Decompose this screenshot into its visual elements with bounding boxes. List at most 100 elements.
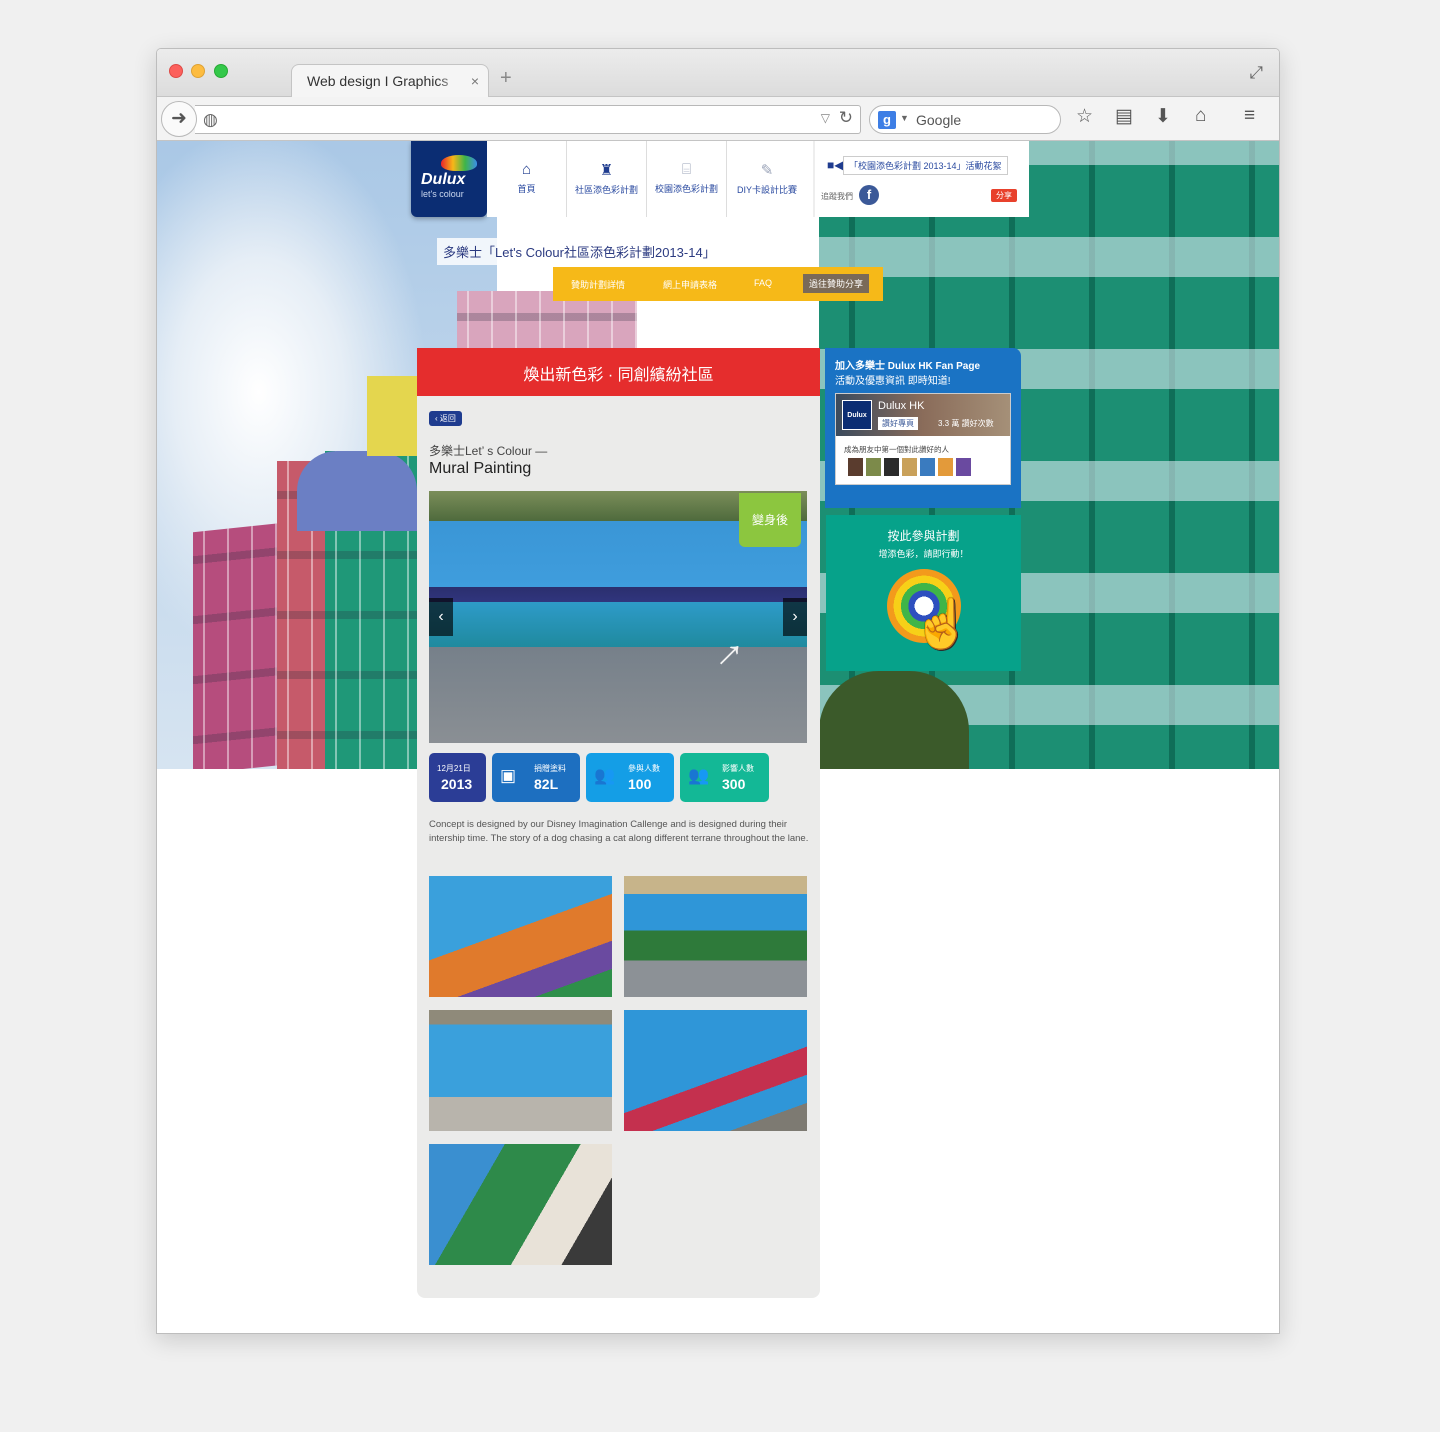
sub-nav: 贊助計劃詳情 網上申請表格 FAQ 過往贊助分享 xyxy=(553,267,883,301)
stat-paint-value: 82L xyxy=(534,776,559,792)
gallery-thumbnail[interactable] xyxy=(429,876,612,997)
stat-date: 12月21日 2013 xyxy=(429,753,486,802)
join-program-banner[interactable]: 按此參與計劃 增添色彩，請即行動！ ☝ xyxy=(826,515,1021,671)
community-icon: ♜ xyxy=(599,162,614,179)
tab-close-icon[interactable]: × xyxy=(471,73,479,89)
share-box: ■◀ 「校園添色彩計劃 2013-14」活動花絮 追蹤我們 f 分享 xyxy=(813,141,1029,217)
stat-paint-label: 捐贈塗料 xyxy=(534,764,566,773)
close-window-button[interactable] xyxy=(169,64,183,78)
back-link[interactable]: ‹ 返回 xyxy=(429,411,462,426)
browser-tab[interactable]: Web design I Graphics × xyxy=(291,64,489,98)
search-engine-dropdown-icon[interactable]: ▼ xyxy=(900,113,909,123)
url-history-dropdown-icon[interactable]: ▽ xyxy=(821,111,830,125)
paint-bucket-icon: ▣ xyxy=(500,766,517,785)
home-icon[interactable]: ⌂ xyxy=(1195,105,1206,127)
browser-window: Web design I Graphics × + ⤢ ◍ ▽ ↻ ➜ g ▼ … xyxy=(156,48,1280,1334)
tree-foliage xyxy=(819,671,969,769)
fan-box-title: 加入多樂士 Dulux HK Fan Page xyxy=(835,361,981,372)
like-page-button[interactable]: 讚好專頁 xyxy=(878,417,918,430)
zoom-window-button[interactable] xyxy=(214,64,228,78)
nav-school[interactable]: ⌸ 校園添色彩計劃 xyxy=(647,141,727,217)
slogan: 煥出新色彩 · 同創繽紛社區 xyxy=(523,367,714,384)
gallery-thumbnail[interactable] xyxy=(624,1010,807,1131)
friend-avatar[interactable] xyxy=(902,458,917,476)
minimize-window-button[interactable] xyxy=(191,64,205,78)
search-placeholder: Google xyxy=(916,112,962,128)
slogan-bar: 煥出新色彩 · 同創繽紛社區 xyxy=(417,348,820,396)
gallery-thumbnail[interactable] xyxy=(429,1144,612,1265)
dulux-logo[interactable]: Dulux let's colour xyxy=(411,141,487,217)
subnav-faq[interactable]: FAQ xyxy=(754,278,772,288)
friend-avatar[interactable] xyxy=(920,458,935,476)
after-tag: 變身後 xyxy=(739,493,801,547)
reading-list-icon[interactable]: ▤ xyxy=(1115,105,1133,128)
fan-page-name: Dulux HK xyxy=(878,400,925,412)
people-icon: 👥 xyxy=(688,766,710,785)
back-icon: ➜ xyxy=(171,108,187,129)
friend-avatar[interactable] xyxy=(848,458,863,476)
subnav-online-form[interactable]: 網上申請表格 xyxy=(663,278,717,291)
friends-text: 成為朋友中第一個對此讚好的人 xyxy=(844,445,949,454)
stat-paint: ▣ 捐贈塗料 82L xyxy=(492,753,580,802)
title-bar: Web design I Graphics × + ⤢ xyxy=(157,49,1279,98)
gallery-thumbnail[interactable] xyxy=(624,876,807,997)
pointing-hand-icon: ☝ xyxy=(912,598,972,651)
bookmark-star-icon[interactable]: ☆ xyxy=(1076,105,1093,128)
logo-swirl-icon xyxy=(441,155,477,171)
stat-impact-value: 300 xyxy=(722,776,746,792)
stat-impact: 👥 影響人數 300 xyxy=(680,753,769,802)
logo-sub: let's colour xyxy=(421,189,464,199)
friend-avatar[interactable] xyxy=(956,458,971,476)
project-description: Concept is designed by our Disney Imagin… xyxy=(429,819,809,844)
nav-label: 社區添色彩計劃 xyxy=(574,185,638,195)
like-count: 3.3 萬 讚好次數 xyxy=(938,419,994,428)
nav-label: 首頁 xyxy=(517,184,536,194)
back-button[interactable]: ➜ xyxy=(161,101,197,137)
browser-toolbar: ◍ ▽ ↻ ➜ g ▼ Google ☆ ▤ ⬇ ⌂ ≡ xyxy=(157,97,1279,141)
friend-avatar[interactable] xyxy=(884,458,899,476)
subnav-past-sharing[interactable]: 過往贊助分享 xyxy=(803,274,870,293)
lane-arrow-marking: ↑ xyxy=(707,628,756,677)
subnav-sponsor-details[interactable]: 贊助計劃詳情 xyxy=(571,278,625,291)
fan-page-logo: Dulux xyxy=(842,400,872,430)
nav-home[interactable]: ⌂ 首頁 xyxy=(487,141,567,217)
stat-participants-label: 參與人數 xyxy=(628,764,660,773)
main-nav: ⌂ 首頁 ♜ 社區添色彩計劃 ⌸ 校園添色彩計劃 ✎ DIY卡設計比賽 xyxy=(487,141,807,217)
join-subtitle: 增添色彩，請即行動！ xyxy=(878,549,969,559)
follow-label: 追蹤我們 xyxy=(821,192,853,201)
share-button[interactable]: 分享 xyxy=(991,189,1017,202)
fan-page-widget[interactable]: Dulux Dulux HK 讚好專頁 3.3 萬 讚好次數 成為朋友中第一個對… xyxy=(835,393,1011,485)
school-icon: ⌸ xyxy=(681,161,691,178)
new-tab-button[interactable]: + xyxy=(500,67,512,90)
nav-diy-card[interactable]: ✎ DIY卡設計比賽 xyxy=(727,141,807,217)
people-icon: 👥 xyxy=(594,766,616,785)
home-icon: ⌂ xyxy=(521,161,532,178)
google-search-engine-icon[interactable]: g xyxy=(878,111,896,129)
web-page: Dulux let's colour ⌂ 首頁 ♜ 社區添色彩計劃 ⌸ 校園添色… xyxy=(157,141,1279,1333)
tab-title: Web design I Graphics xyxy=(307,73,449,89)
globe-icon: ◍ xyxy=(203,110,218,129)
photo-slideshow: 變身後 ↑ ‹ › xyxy=(429,491,807,743)
prev-slide-button[interactable]: ‹ xyxy=(429,598,453,636)
menu-icon[interactable]: ≡ xyxy=(1244,105,1255,127)
nav-label: DIY卡設計比賽 xyxy=(736,185,797,195)
expand-icon[interactable]: ⤢ xyxy=(1249,63,1263,83)
facebook-icon[interactable]: f xyxy=(859,185,879,205)
friend-avatar[interactable] xyxy=(938,458,953,476)
design-icon: ✎ xyxy=(760,162,774,179)
nav-community[interactable]: ♜ 社區添色彩計劃 xyxy=(567,141,647,217)
friend-avatar[interactable] xyxy=(866,458,881,476)
download-icon[interactable]: ⬇ xyxy=(1155,105,1171,128)
logo-word: Dulux xyxy=(421,171,466,188)
arched-roof xyxy=(297,451,417,531)
facebook-fan-box: 加入多樂士 Dulux HK Fan Page 活動及優惠資訊 即時知道! Du… xyxy=(825,348,1021,508)
url-bar[interactable]: ◍ ▽ ↻ xyxy=(195,105,861,134)
reload-icon[interactable]: ↻ xyxy=(839,108,853,128)
next-slide-button[interactable]: › xyxy=(783,598,807,636)
gallery-thumbnail[interactable] xyxy=(429,1010,612,1131)
stat-date-day: 12月21日 xyxy=(437,764,471,773)
search-input[interactable]: g ▼ Google xyxy=(869,105,1061,134)
promo-link[interactable]: 「校園添色彩計劃 2013-14」活動花絮 xyxy=(843,156,1008,175)
project-panel: 煥出新色彩 · 同創繽紛社區 ‹ 返回 多樂士Let’ s Colour — M… xyxy=(417,348,820,1298)
join-title: 按此參與計劃 xyxy=(887,529,960,543)
